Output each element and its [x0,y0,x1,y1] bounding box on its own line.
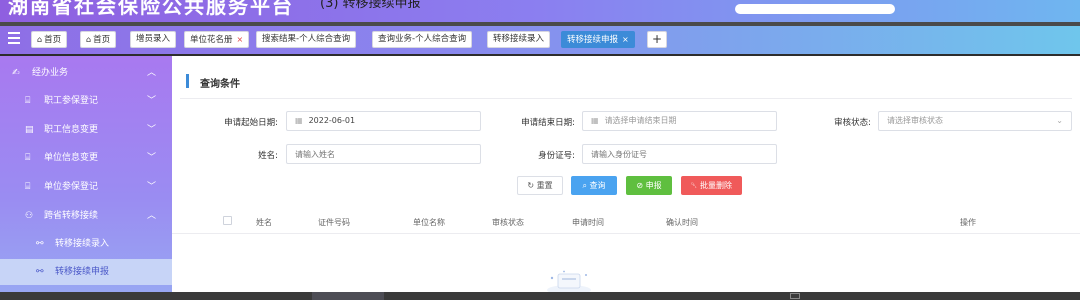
close-icon[interactable]: × [622,35,629,44]
start-date-label: 申请起始日期: [224,118,278,128]
sidebar-item-transfer-entry[interactable]: ⚯ 转移接续录入 [0,231,172,257]
select-all-checkbox[interactable] [223,216,232,225]
app-header: 湖南省社会保险公共服务平台 (3) 转移接续申报 [0,0,1080,22]
tab-label: 首页 [93,35,111,45]
chevron-up-icon: ︿ [146,68,156,78]
sidebar-item-label: 职工信息变更 [44,125,99,135]
id-card-icon: ▤ [25,125,34,135]
sidebar-item-business[interactable]: ✍ 经办业务 ︿ [0,60,172,86]
chevron-down-icon: ﹀ [146,153,156,163]
reset-button[interactable]: ↻ 重置 [517,176,563,195]
link-icon: ⚯ [36,239,44,249]
taskbar-block [312,292,384,300]
section-divider [180,98,1072,99]
tab-label: 转移接续录入 [493,34,545,44]
bottom-taskbar [0,292,1080,300]
name-label: 姓名: [258,151,278,161]
tab-transfer-declare[interactable]: 转移接续申报 × [561,31,635,48]
home-icon: ⌂ [86,35,92,44]
header-search-input[interactable] [735,4,895,14]
taskbar-square-icon [790,293,800,299]
tab-unit-roster[interactable]: 单位花名册 × [184,31,250,48]
table-header: 姓名 证件号码 单位名称 审核状态 申请时间 确认时间 操作 [172,212,1080,234]
handshake-icon: ✍ [12,68,20,78]
start-date-value: 2022-06-01 [308,116,356,125]
column-header-name: 姓名 [256,218,272,227]
start-date-field[interactable]: ▦ 2022-06-01 [286,111,481,131]
sidebar-item-unit-register[interactable]: ⌸ 单位参保登记 ﹀ [0,174,172,200]
status-label: 审核状态: [834,118,871,128]
chevron-down-icon: ﹀ [146,182,156,192]
batch-delete-button[interactable]: ␡ 批量删除 [681,176,742,195]
id-number-label: 身份证号: [538,151,575,161]
chevron-up-icon: ︿ [146,211,156,221]
document-icon: ⌸ [25,96,31,106]
calendar-icon: ▦ [295,116,303,125]
sidebar-item-transfer-declare[interactable]: ⚯ 转移接续申报 [0,259,172,285]
empty-state-illustration [547,270,591,292]
id-number-input[interactable] [582,144,777,164]
sidebar-item-label: 职工参保登记 [44,96,99,106]
chevron-down-icon: ﹀ [146,125,156,135]
app-title: 湖南省社会保险公共服务平台 [8,0,294,18]
sidebar-item-unit-change[interactable]: ⌸ 单位信息变更 ﹀ [0,145,172,171]
column-header-unit-name: 单位名称 [413,218,445,227]
tab-label: 首页 [44,35,62,45]
end-date-field[interactable]: ▦ 请选择申请结束日期 [582,111,777,131]
sidebar-item-cross-province[interactable]: ⚇ 跨省转移接续 ︿ [0,203,172,229]
hamburger-menu-icon[interactable] [8,32,20,44]
declare-button[interactable]: ⊘ 申报 [626,176,672,195]
chevron-down-icon: ﹀ [146,96,156,106]
page-subtitle: (3) 转移接续申报 [320,0,421,11]
tab-search-results[interactable]: 搜索结果-个人综合查询 [256,31,357,48]
sidebar-item-staff-change[interactable]: ▤ 职工信息变更 ﹀ [0,117,172,143]
tab-label: 查询业务-个人综合查询 [378,34,467,44]
add-tab-button[interactable]: + [647,31,667,48]
end-date-label: 申请结束日期: [521,118,575,128]
section-title: 查询条件 [200,79,240,90]
home-icon: ⌂ [37,35,43,44]
section-accent-bar [186,74,189,88]
column-header-apply-time: 申请时间 [572,218,604,227]
sidebar-item-label: 单位信息变更 [44,153,99,163]
calendar-icon: ▦ [591,116,599,125]
document-icon: ⌸ [25,153,31,163]
chevron-down-icon: ⌄ [1056,116,1063,125]
sidebar-item-label: 单位参保登记 [44,182,99,192]
column-header-id-number: 证件号码 [318,218,350,227]
main-panel: 查询条件 申请起始日期: ▦ 2022-06-01 申请结束日期: ▦ 请选择申请结… [172,56,1080,292]
tab-transfer-entry[interactable]: 转移接续录入 [487,31,551,48]
document-icon: ⌸ [25,182,31,192]
sidebar-item-label: 转移接续申报 [55,267,110,277]
column-header-actions: 操作 [960,218,976,227]
link-icon: ⚯ [36,267,44,277]
tab-label: 搜索结果-个人综合查询 [262,34,351,44]
close-icon[interactable]: × [237,35,244,44]
tab-home-1[interactable]: ⌂ 首页 [31,31,68,48]
tab-label: 增员录入 [136,34,171,44]
tab-home-2[interactable]: ⌂ 首页 [80,31,117,48]
user-icon: ⚇ [25,211,34,221]
column-header-review-status: 审核状态 [492,218,524,227]
query-button[interactable]: ⌕ 查询 [571,176,617,195]
tab-label: 转移接续申报 [567,35,619,45]
sidebar: ✍ 经办业务 ︿ ⌸ 职工参保登记 ﹀ ▤ 职工信息变更 ﹀ ⌸ 单位信息变更 … [0,56,172,292]
sidebar-item-label: 跨省转移接续 [44,211,99,221]
sidebar-item-label: 经办业务 [32,68,69,78]
column-header-confirm-time: 确认时间 [666,218,698,227]
end-date-placeholder: 请选择申请结束日期 [604,116,677,125]
sidebar-item-label: 转移接续录入 [55,239,110,249]
tab-query-business[interactable]: 查询业务-个人综合查询 [372,31,473,48]
status-placeholder: 请选择审核状态 [887,116,943,125]
sidebar-item-staff-register[interactable]: ⌸ 职工参保登记 ﹀ [0,88,172,114]
tab-label: 单位花名册 [190,35,233,45]
status-select[interactable]: 请选择审核状态 ⌄ [878,111,1072,131]
name-input[interactable] [286,144,481,164]
tab-add-member[interactable]: 增员录入 [130,31,177,48]
tab-bar: ⌂ 首页 ⌂ 首页 增员录入 单位花名册 × 搜索结果-个人综合查询 查询业务-个人综… [0,26,1080,54]
